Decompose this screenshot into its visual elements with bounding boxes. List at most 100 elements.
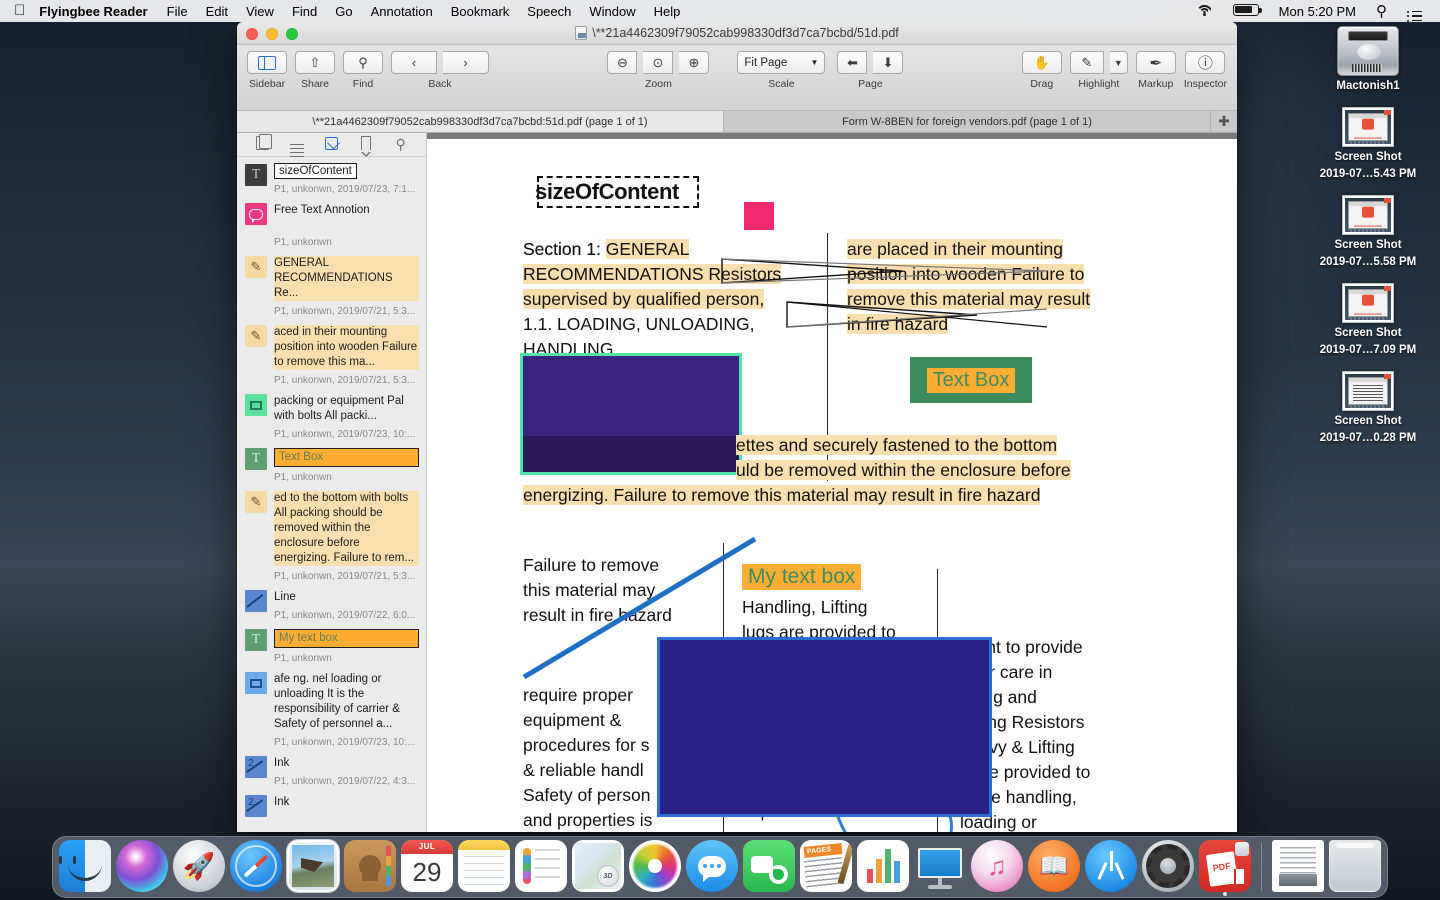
menu-item-go[interactable]: Go [326, 4, 361, 19]
share-button[interactable]: ⇧ [295, 51, 335, 74]
add-tab-icon[interactable]: ✚ [1211, 111, 1237, 132]
drag-button[interactable]: ✋ [1021, 51, 1062, 74]
menu-item-window[interactable]: Window [580, 4, 644, 19]
scale-select[interactable]: Fit Page ▼ [737, 51, 826, 74]
dock-pages[interactable] [800, 840, 852, 892]
highlight-button[interactable]: ✎ [1069, 51, 1104, 74]
desktop-icon-label: Screen Shot [1334, 151, 1402, 163]
annotation-item[interactable]: Free Text Annotion P1, unkonwn [237, 196, 426, 249]
pdf-document-icon [575, 26, 588, 40]
text-box-annotation[interactable]: Text Box [910, 357, 1032, 403]
sidebar-tab-outline[interactable] [287, 133, 307, 157]
dock-maps[interactable]: 3D [572, 840, 624, 892]
inspector-button[interactable]: ⓘ [1185, 51, 1226, 74]
dock-flyingbee-pdf[interactable] [1199, 840, 1251, 896]
find-button[interactable]: ⚲ [343, 51, 383, 74]
forward-button[interactable]: › [443, 51, 489, 74]
annotation-item[interactable]: Line P1, unkonwn, 2019/07/22, 6:0... [237, 583, 426, 622]
zoom-actual-button[interactable]: ⊙ [643, 51, 674, 74]
dock-calendar[interactable]: JUL 29 [401, 840, 453, 892]
back-button[interactable]: ‹ [391, 51, 437, 74]
dock-reminders[interactable] [515, 840, 567, 892]
dock-numbers[interactable] [857, 840, 909, 892]
desktop-icon-screenshot-4[interactable]: Screen Shot 2019-07…0.28 PM [1304, 371, 1432, 445]
sidebar-tab-strip: ⚲ [237, 133, 426, 157]
annotation-item[interactable]: packing or equipment Pal with bolts All … [237, 387, 426, 441]
sidebar-tab-thumbnails[interactable] [252, 133, 273, 153]
maximize-button[interactable] [286, 28, 298, 40]
menu-item-speech[interactable]: Speech [518, 4, 580, 19]
dock-siri[interactable] [116, 840, 168, 892]
dock-keynote[interactable] [914, 840, 966, 892]
sidebar-toggle-button[interactable] [247, 51, 287, 74]
page-previous-button[interactable]: ⬅ [837, 51, 868, 74]
annotation-item[interactable]: ✎ GENERAL RECOMMENDATIONS Re... P1, unko… [237, 249, 426, 318]
pdf-viewport[interactable]: sizeOfContent Section 1: GENERAL Section… [427, 133, 1237, 832]
dock-contacts[interactable] [344, 840, 396, 892]
my-text-box-annotation[interactable]: My text box [742, 564, 862, 590]
dock-finder[interactable] [59, 840, 111, 892]
dock-safari[interactable] [230, 840, 282, 892]
menu-item-edit[interactable]: Edit [197, 4, 237, 19]
pink-square-annotation[interactable] [744, 202, 774, 230]
annotation-item[interactable]: Ink P1, unkonwn, 2019/07/22, 4:3... [237, 749, 426, 788]
desktop-icon-screenshot-1[interactable]: Screen Shot 2019-07…5.43 PM [1304, 107, 1432, 181]
dock-photos[interactable] [629, 840, 681, 892]
dock-itunes[interactable]: ♫ [971, 840, 1023, 892]
desktop-icon-screenshot-2[interactable]: Screen Shot 2019-07…5.58 PM [1304, 195, 1432, 269]
dock-notes[interactable] [458, 840, 510, 892]
tab-document-1[interactable]: \**21a4462309f79052cab998330df3d7ca7bcbd… [237, 111, 724, 132]
annotation-meta: P1, unkonwn, 2019/07/21, 5:3... [274, 375, 416, 386]
annotation-item[interactable]: T My text box P1, unkonwn [237, 622, 426, 665]
spotlight-search-icon[interactable]: ⚲ [1366, 2, 1397, 20]
annotation-text: Text Box [274, 448, 419, 467]
zoom-in-button[interactable]: ⊕ [679, 51, 710, 74]
bookmark-icon [360, 136, 372, 157]
minimize-button[interactable] [266, 28, 278, 40]
pdf-line: s are provided to [960, 762, 1091, 782]
sidebar-tab-annotations[interactable] [321, 136, 341, 153]
dock-system-preferences[interactable] [1142, 840, 1194, 892]
battery-icon[interactable] [1223, 3, 1269, 19]
close-button[interactable] [246, 28, 258, 40]
highlight-options-button[interactable]: ▼ [1109, 51, 1128, 74]
menu-item-annotation[interactable]: Annotation [362, 4, 442, 19]
dock-books[interactable]: 📖 [1028, 840, 1080, 892]
menu-item-bookmark[interactable]: Bookmark [442, 4, 519, 19]
sidebar-tab-search[interactable]: ⚲ [391, 136, 411, 153]
annotation-item[interactable]: ✎ aced in their mounting position into w… [237, 318, 426, 387]
dock-appstore[interactable] [1085, 840, 1137, 892]
dock-launchpad[interactable]: 🚀 [173, 840, 225, 892]
menu-item-view[interactable]: View [237, 4, 283, 19]
dock-trash[interactable] [1329, 840, 1381, 892]
annotation-item[interactable]: T Text Box P1, unkonwn [237, 441, 426, 484]
wifi-icon[interactable] [1186, 3, 1223, 19]
menu-item-file[interactable]: File [158, 4, 197, 19]
annotation-item[interactable]: afe ng. nel loading or unloading It is t… [237, 665, 426, 749]
tab-document-2[interactable]: Form W-8BEN for foreign vendors.pdf (pag… [724, 111, 1211, 132]
annotation-text: afe ng. nel loading or unloading It is t… [274, 673, 400, 730]
markup-button[interactable]: ✒ [1135, 51, 1176, 74]
dock-facetime[interactable] [743, 840, 795, 892]
sidebar-tab-bookmarks[interactable] [356, 136, 376, 157]
dock-document[interactable] [1272, 840, 1324, 892]
menu-item-find[interactable]: Find [283, 4, 326, 19]
dock-mail[interactable] [287, 840, 339, 892]
title-bar[interactable]: \**21a4462309f79052cab998330df3d7ca7bcbd… [237, 22, 1237, 45]
dock-messages[interactable] [686, 840, 738, 892]
blue-square-annotation[interactable] [657, 637, 992, 817]
menu-item-help[interactable]: Help [645, 4, 690, 19]
menu-app-title[interactable]: Flyingbee Reader [36, 4, 157, 19]
annotation-item[interactable]: Ink [237, 788, 426, 817]
annotation-list[interactable]: T sizeOfContent P1, unkonwn, 2019/07/23,… [237, 157, 426, 832]
annotation-item[interactable]: T sizeOfContent P1, unkonwn, 2019/07/23,… [237, 157, 426, 196]
zoom-out-button[interactable]: ⊖ [607, 51, 638, 74]
menubar-clock[interactable]: Mon 5:20 PM [1269, 4, 1366, 19]
page-next-button[interactable]: ⬇ [873, 51, 904, 74]
annotation-item[interactable]: ✎ ed to the bottom with bolts All packin… [237, 484, 426, 583]
control-center-icon[interactable] [1397, 1, 1432, 22]
desktop-icon-screenshot-3[interactable]: Screen Shot 2019-07…7.09 PM [1304, 283, 1432, 357]
apple-menu-icon[interactable]:  [8, 3, 36, 20]
desktop-icon-mactonish1[interactable]: Mactonish1 [1304, 26, 1432, 93]
pdf-page[interactable]: sizeOfContent Section 1: GENERAL Section… [427, 139, 1237, 832]
